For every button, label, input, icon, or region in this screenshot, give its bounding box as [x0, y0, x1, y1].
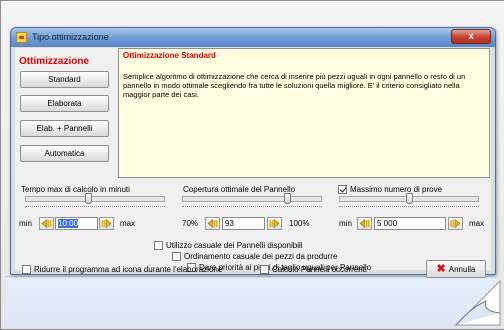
minimize-icon-label: Ridurre il programma ad icona durante l'…	[34, 265, 223, 274]
time-slider[interactable]	[25, 196, 165, 202]
coverage-value: 93	[225, 219, 234, 228]
time-slider-thumb[interactable]	[84, 193, 92, 204]
max-attempts-label: Massimo numero di prove	[350, 185, 443, 194]
standard-button[interactable]: Standard	[20, 71, 109, 88]
description-box: Ottimizzazione Standard Semplice algorit…	[118, 48, 490, 178]
window-title: Tipo ottimizzazione	[32, 32, 109, 42]
attempts-increase-button[interactable]	[448, 217, 463, 230]
coverage-slider-ticks	[182, 206, 322, 208]
coverage-slider[interactable]	[182, 196, 322, 202]
app-icon	[16, 32, 27, 43]
arrow-right-icon	[269, 219, 280, 228]
close-icon: x	[468, 31, 474, 42]
coverage-max-label: 100%	[289, 219, 310, 228]
time-label: Tempo max di calcolo in minuti	[21, 185, 130, 194]
description-text: Semplice algoritmo di ottimizzazione che…	[123, 72, 466, 99]
cancel-x-icon: ✖	[436, 263, 446, 275]
description-title: Ottimizzazione Standard	[123, 51, 216, 60]
elab-pannelli-button[interactable]: Elab. + Pannelli	[20, 120, 109, 137]
time-min-label: min	[19, 219, 32, 228]
random-panels-checkbox[interactable]	[154, 241, 163, 250]
page-curl-icon	[454, 279, 501, 326]
time-value: 10:00	[58, 219, 79, 228]
dialog-client-area: Ottimizzazione Standard Elaborata Elab. …	[15, 48, 491, 278]
attempts-slider-thumb[interactable]	[405, 193, 413, 204]
time-value-field[interactable]: 10:00	[55, 217, 98, 230]
attempts-value: 5 000	[377, 219, 398, 228]
time-increase-button[interactable]	[99, 217, 114, 230]
coverage-min-label: 70%	[182, 219, 199, 228]
coverage-label: Copertura ottimale del Pannello	[183, 185, 296, 194]
arrow-right-icon	[101, 219, 112, 228]
coverage-increase-button[interactable]	[267, 217, 282, 230]
attempts-decrease-button[interactable]	[357, 217, 372, 230]
calc-panels-label: Calcolo Pannelli occorrenti	[272, 265, 367, 274]
time-max-label: max	[120, 219, 136, 228]
arrow-right-icon	[450, 219, 461, 228]
optimization-type-dialog: Tipo ottimizzazione x Ottimizzazione Sta…	[10, 27, 496, 278]
random-panels-label: Utilizzo casuale dei Pannelli disponibil…	[166, 241, 303, 250]
elaborata-button[interactable]: Elaborata	[20, 95, 109, 112]
panel-title: Ottimizzazione	[19, 56, 90, 67]
calc-panels-checkbox[interactable]	[260, 265, 269, 274]
title-bar[interactable]: Tipo ottimizzazione x	[11, 28, 495, 47]
arrow-left-icon	[207, 219, 218, 228]
coverage-value-field[interactable]: 93	[222, 217, 265, 230]
cancel-button[interactable]: ✖ Annulla	[426, 260, 486, 278]
optimization-type-panel: Ottimizzazione Standard Elaborata Elab. …	[16, 49, 119, 177]
arrow-left-icon	[41, 219, 52, 228]
random-order-label: Ordinamento casuale dei pezzi da produrr…	[184, 252, 338, 261]
coverage-decrease-button[interactable]	[205, 217, 220, 230]
arrow-left-icon	[359, 219, 370, 228]
background-document-area	[6, 276, 494, 327]
time-decrease-button[interactable]	[39, 217, 54, 230]
attempts-max-label: max	[469, 219, 485, 228]
random-order-checkbox[interactable]	[172, 252, 181, 261]
cancel-label: Annulla	[448, 265, 476, 274]
minimize-icon-checkbox[interactable]	[22, 265, 31, 274]
attempts-value-field[interactable]: 5 000	[374, 217, 446, 230]
time-slider-ticks	[25, 206, 165, 208]
attempts-slider-ticks	[339, 206, 479, 208]
automatica-button[interactable]: Automatica	[20, 145, 109, 162]
coverage-slider-thumb[interactable]	[284, 193, 292, 204]
max-attempts-checkbox[interactable]	[338, 185, 347, 194]
attempts-min-label: min	[339, 219, 352, 228]
close-button[interactable]: x	[451, 29, 491, 44]
